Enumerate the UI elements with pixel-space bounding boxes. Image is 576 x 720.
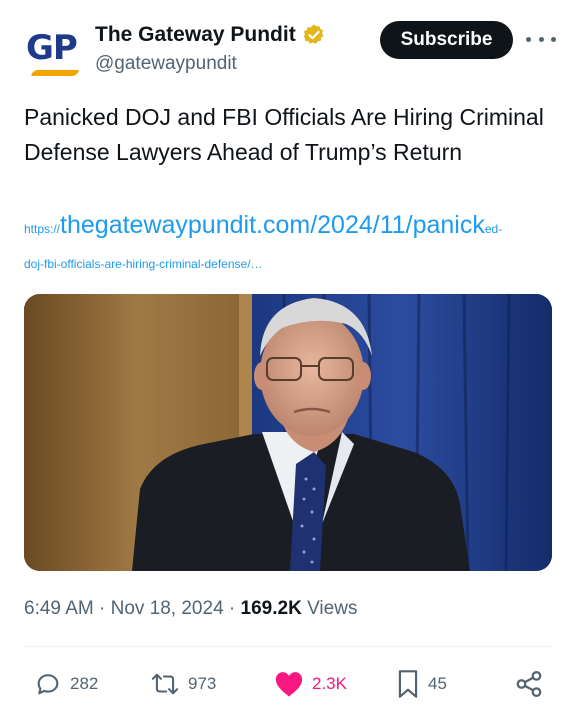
reply-icon xyxy=(37,674,59,695)
avatar-logo-swoosh xyxy=(30,70,80,76)
tweet-link-line2[interactable]: doj-fbi-officials-are-hiring-criminal-de… xyxy=(24,251,552,277)
bookmark-count: 45 xyxy=(428,674,447,693)
more-dot xyxy=(526,36,531,42)
share-button[interactable] xyxy=(514,662,544,706)
tweet-metadata: 6:49 AM · Nov 18, 2024 · 169.2K Views xyxy=(24,596,357,622)
bookmark-icon xyxy=(398,670,418,698)
account-handle[interactable]: @gatewaypundit xyxy=(95,52,237,76)
actions-divider xyxy=(24,646,552,647)
account-avatar[interactable]: GP xyxy=(24,24,82,82)
tweet-text: Panicked DOJ and FBI Officials Are Hirin… xyxy=(24,104,544,165)
link-prefix: https:// xyxy=(24,222,61,236)
views-label: Views xyxy=(301,598,358,619)
more-dot xyxy=(551,36,556,42)
share-icon xyxy=(516,671,542,697)
like-icon xyxy=(275,672,303,697)
repost-icon xyxy=(151,673,179,695)
photo-illustration xyxy=(24,294,552,571)
name-row: The Gateway Pundit xyxy=(95,22,326,48)
meta-separator: · xyxy=(93,598,111,619)
repost-count: 973 xyxy=(188,674,217,693)
bookmark-button[interactable]: 45 xyxy=(396,662,447,706)
tweet-date[interactable]: Nov 18, 2024 xyxy=(111,598,224,619)
repost-button[interactable]: 973 xyxy=(150,662,216,706)
more-options-icon[interactable] xyxy=(526,27,556,51)
account-name[interactable]: The Gateway Pundit xyxy=(95,22,296,48)
more-dot xyxy=(538,36,544,42)
tweet-link-line1[interactable]: https://thegatewaypundit.com/2024/11/pan… xyxy=(24,205,552,249)
link-suffix: ed- xyxy=(484,222,503,236)
like-button[interactable]: 2.3K xyxy=(274,662,347,706)
avatar-logo-text: GP xyxy=(26,28,78,68)
verified-badge-icon[interactable] xyxy=(302,23,326,47)
tweet-photo[interactable] xyxy=(24,294,552,571)
subscribe-button[interactable]: Subscribe xyxy=(380,21,513,59)
like-count: 2.3K xyxy=(312,674,347,693)
tweet-header: GP The Gateway Pundit @gatewaypundit Sub… xyxy=(0,0,576,90)
tweet-link[interactable]: https://thegatewaypundit.com/2024/11/pan… xyxy=(24,205,552,277)
views-count: 169.2K xyxy=(240,598,302,619)
reply-button[interactable]: 282 xyxy=(34,662,98,706)
tweet-actions-bar: 282 973 2.3K 45 xyxy=(0,662,576,706)
link-main: thegatewaypundit.com/2024/11/panick xyxy=(60,211,485,239)
reply-count: 282 xyxy=(70,674,99,693)
tweet-time[interactable]: 6:49 AM xyxy=(24,598,94,619)
meta-separator: · xyxy=(223,598,241,619)
